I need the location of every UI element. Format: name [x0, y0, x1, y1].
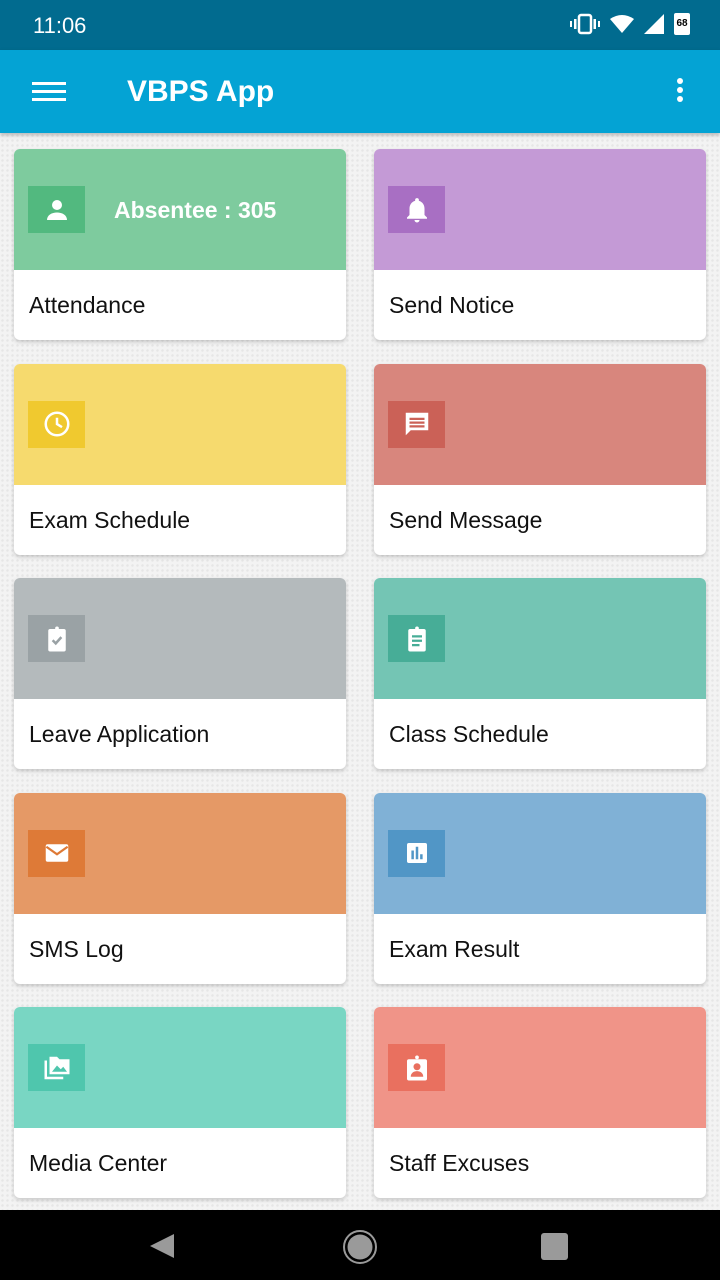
tile-send-notice[interactable]: Send Notice	[374, 149, 706, 340]
tile-sms-log[interactable]: SMS Log	[14, 792, 346, 984]
tile-label: Send Message	[389, 506, 543, 533]
tile-label: Exam Schedule	[29, 506, 191, 533]
tile-media-center[interactable]: Media Center	[14, 1007, 346, 1198]
battery-level: 68	[676, 18, 688, 29]
navigation-bar	[0, 1210, 720, 1280]
tile-send-message[interactable]: Send Message	[374, 363, 706, 555]
tile-label: Leave Application	[29, 721, 210, 747]
clipboard-check-icon	[28, 615, 85, 662]
more-vertical-icon[interactable]	[670, 78, 690, 106]
tile-exam-schedule[interactable]: Exam Schedule	[14, 363, 346, 555]
tile-header	[14, 578, 346, 699]
home-icon[interactable]	[342, 1229, 378, 1265]
status-time: 11:06	[33, 13, 87, 38]
tile-header	[374, 1007, 706, 1128]
tile-staff-excuses[interactable]: Staff Excuses	[374, 1007, 706, 1198]
message-icon	[388, 400, 445, 448]
app-title: VBPS App	[127, 75, 275, 108]
tile-header	[374, 363, 706, 485]
recents-icon[interactable]	[541, 1233, 568, 1260]
absentee-count: Absentee : 305	[114, 197, 277, 223]
clipboard-list-icon	[388, 615, 445, 662]
clock-icon	[28, 400, 85, 448]
tile-label: Attendance	[29, 292, 146, 318]
wifi-icon	[610, 15, 634, 33]
tile-label: Send Notice	[389, 292, 515, 318]
badge-icon	[388, 1044, 445, 1091]
tile-exam-result[interactable]: Exam Result	[374, 792, 706, 984]
tile-header	[374, 792, 706, 914]
dashboard-grid: Absentee : 305 Attendance Send Notice Exam …	[0, 133, 720, 1210]
tile-label: Exam Result	[389, 935, 520, 962]
tile-header	[374, 149, 706, 270]
tile-header	[374, 578, 706, 699]
tile-header: Absentee : 305	[14, 149, 346, 270]
person-icon	[28, 186, 85, 233]
tile-leave-application[interactable]: Leave Application	[14, 578, 346, 769]
tile-header	[14, 792, 346, 914]
tile-header	[14, 363, 346, 485]
tile-label: Media Center	[29, 1150, 168, 1176]
hamburger-menu-icon[interactable]	[32, 82, 66, 102]
signal-icon	[644, 14, 664, 34]
battery-icon: 68	[674, 13, 690, 35]
tile-header	[14, 1007, 346, 1128]
tile-label: Staff Excuses	[389, 1150, 530, 1176]
mail-icon	[28, 829, 85, 877]
vibrate-icon	[570, 13, 600, 35]
app-bar: VBPS App	[0, 50, 720, 133]
photo-library-icon	[28, 1044, 85, 1091]
bar-chart-icon	[388, 829, 445, 877]
tile-class-schedule[interactable]: Class Schedule	[374, 578, 706, 769]
back-icon[interactable]	[148, 1232, 176, 1260]
status-bar: 11:06 68	[0, 0, 720, 50]
bell-icon	[388, 186, 445, 233]
tile-label: SMS Log	[29, 935, 124, 962]
tile-attendance[interactable]: Absentee : 305 Attendance	[14, 149, 346, 340]
tile-label: Class Schedule	[389, 721, 549, 747]
